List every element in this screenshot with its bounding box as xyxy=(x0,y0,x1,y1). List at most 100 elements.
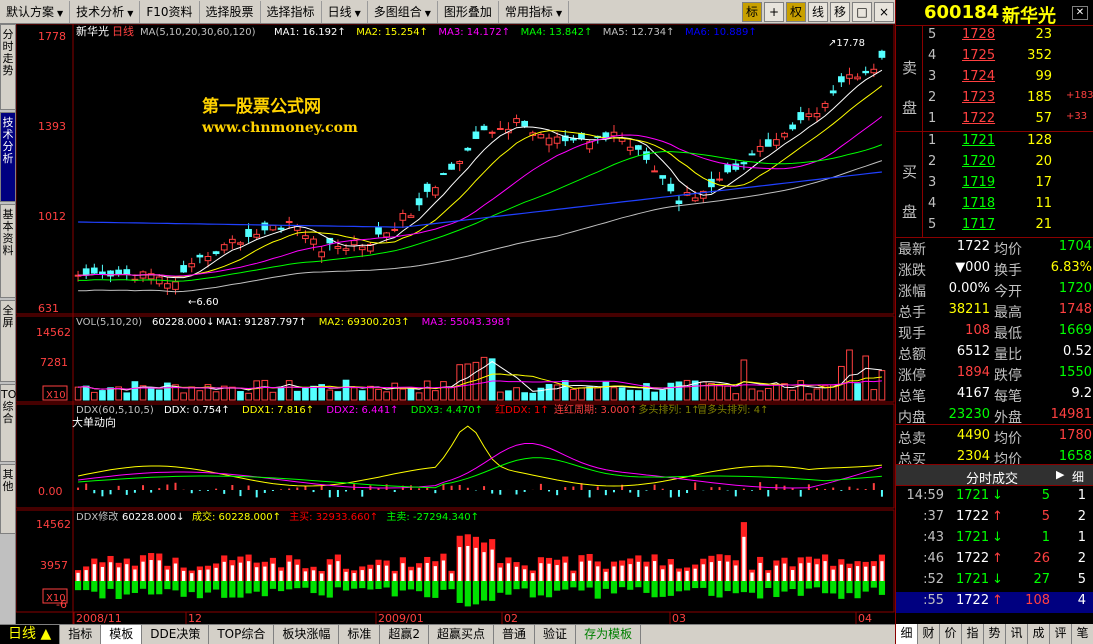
bottom-tab-1[interactable]: 模板 xyxy=(101,625,143,644)
volume-bar xyxy=(448,386,455,401)
sell-bar xyxy=(489,581,496,601)
quote-tab-2[interactable]: 价 xyxy=(940,624,962,644)
tick-row[interactable]: 14:59 1721 ↓ 5 1 xyxy=(896,487,1093,508)
quote-tab-0[interactable]: 细 xyxy=(896,624,918,644)
sell-bar xyxy=(99,581,106,599)
quote-tab-8[interactable]: 笔 xyxy=(1072,624,1093,644)
toolbar-button-label: 图形叠加 xyxy=(443,4,492,19)
quote-tab-5[interactable]: 讯 xyxy=(1006,624,1028,644)
sell-volume: 185 xyxy=(1027,90,1052,105)
candle-body xyxy=(829,90,837,94)
toolbar-icon-0[interactable]: 标 xyxy=(742,1,762,22)
tick-row[interactable]: :52 1721 ↓ 27 5 xyxy=(896,571,1093,592)
stat-label: 跌停 xyxy=(994,368,1022,384)
sell-bar xyxy=(870,581,877,588)
tick-row[interactable]: :43 1721 ↓ 1 1 xyxy=(896,529,1093,550)
left-tab-5[interactable]: 其他 xyxy=(0,464,16,534)
period-status[interactable]: 日线 ▲ xyxy=(0,625,61,644)
stock-terminal-window: 默认方案 ▼ 技术分析 ▼ F10资料 选择股票 选择指标 日线 ▼ 多图组合 ▼ 图形叠加 常用指标 ▼… xyxy=(0,0,1093,644)
bottom-tab-2[interactable]: DDE决策 xyxy=(142,625,210,644)
sell-bar xyxy=(740,581,747,593)
quote-tab-3[interactable]: 指 xyxy=(962,624,984,644)
stat-value: 14981 xyxy=(1050,407,1092,422)
candle-body xyxy=(204,256,212,262)
volume-bar xyxy=(237,391,244,401)
toolbar-icon-4[interactable]: 移 xyxy=(830,1,850,22)
left-tab-3[interactable]: 全屏 xyxy=(0,300,16,382)
bottom-tab-6[interactable]: 超赢2 xyxy=(380,625,430,644)
bottom-tab-0[interactable]: 指标 xyxy=(60,625,102,644)
detail-button[interactable]: 细 xyxy=(1072,468,1084,485)
quote-tab-7[interactable]: 评 xyxy=(1050,624,1072,644)
toolbar-button-2[interactable]: F10资料 xyxy=(140,0,200,23)
toolbar-icon-2[interactable]: 权 xyxy=(786,1,806,22)
buy-inner-bar xyxy=(344,571,348,581)
bottom-tab-5[interactable]: 标准 xyxy=(339,625,381,644)
toolbar-button-5[interactable]: 日线 ▼ xyxy=(322,0,368,23)
bottom-tab-8[interactable]: 普通 xyxy=(494,625,536,644)
ma3-line xyxy=(78,116,883,277)
quote-tab-4[interactable]: 势 xyxy=(984,624,1006,644)
buy-inner-bar xyxy=(482,552,486,581)
left-tab-4[interactable]: TOP综合 xyxy=(0,384,23,462)
close-icon[interactable]: ✕ xyxy=(1072,6,1088,20)
stat-label: 总笔 xyxy=(898,389,926,405)
stat-value: 1748 xyxy=(1058,302,1092,317)
period-label: 日线 xyxy=(8,626,36,642)
toolbar-icon-6[interactable]: × xyxy=(874,1,894,22)
toolbar-icon-5[interactable]: □ xyxy=(852,1,872,22)
ddx-y-label: 0.00 xyxy=(38,485,63,498)
tick-row[interactable]: :55 1722 ↑ 108 4 xyxy=(896,592,1093,613)
buy-inner-bar xyxy=(490,549,494,581)
sell-bar xyxy=(472,581,480,605)
left-tab-0[interactable]: 分时走势 xyxy=(0,24,16,110)
quote-tab-6[interactable]: 成 xyxy=(1028,624,1050,644)
chart-svg[interactable]: 新华光 日线 MA(5,10,20,30,60,120) MA1: 16.192↑ MA… xyxy=(16,24,895,628)
tick-row[interactable]: :46 1722 ↑ 26 2 xyxy=(896,550,1093,571)
bottom-tab-10[interactable]: 存为模板 xyxy=(576,625,642,644)
left-tab-1[interactable]: 技术分析 xyxy=(0,112,16,202)
tick-row[interactable]: :37 1722 ↑ 5 2 xyxy=(896,508,1093,529)
play-icon[interactable]: ▶ xyxy=(1056,468,1064,481)
toolbar-icon-3[interactable]: 线 xyxy=(808,1,828,22)
toolbar-button-8[interactable]: 常用指标 ▼ xyxy=(499,0,570,23)
sell-bar xyxy=(269,581,277,589)
toolbar-button-3[interactable]: 选择股票 xyxy=(200,0,261,23)
left-tab-2[interactable]: 基本资料 xyxy=(0,204,16,298)
sell-level: 3 xyxy=(928,69,937,84)
bottom-tab-4[interactable]: 板块涨幅 xyxy=(274,625,340,644)
toolbar-button-1[interactable]: 技术分析 ▼ xyxy=(70,0,141,23)
buy-inner-bar xyxy=(815,564,819,581)
sell-bar xyxy=(229,581,236,598)
bottom-tab-9[interactable]: 验证 xyxy=(535,625,577,644)
chart-area[interactable]: 新华光 日线 MA(5,10,20,30,60,120) MA1: 16.192↑ MA… xyxy=(16,24,895,628)
buy-inner-bar xyxy=(76,572,80,581)
toolbar-button-0[interactable]: 默认方案 ▼ xyxy=(0,0,71,23)
stat-label: 最新 xyxy=(898,242,926,258)
bottom-tab-3[interactable]: TOP综合 xyxy=(209,625,275,644)
candle-body xyxy=(448,163,455,170)
volume-bar xyxy=(594,387,602,401)
candle-body xyxy=(472,131,480,139)
candle-body xyxy=(196,254,204,258)
stat-row: 最新 1722 均价 1704 xyxy=(896,238,1093,259)
toolbar-icon-1[interactable]: + xyxy=(764,1,784,22)
buy-inner-bar xyxy=(587,560,592,581)
divider xyxy=(896,424,1093,425)
sell-bar xyxy=(692,581,699,589)
candle-body xyxy=(789,124,796,130)
sell-bar xyxy=(261,581,268,597)
vol-unit: X10 xyxy=(46,390,66,401)
toolbar-button-7[interactable]: 图形叠加 xyxy=(438,0,499,23)
candle-body xyxy=(837,76,845,83)
volume-bar xyxy=(578,387,585,401)
quote-tab-1[interactable]: 财 xyxy=(918,624,940,644)
bottom-tab-7[interactable]: 超赢买点 xyxy=(429,625,495,644)
toolbar-button-4[interactable]: 选择指标 xyxy=(261,0,322,23)
toolbar-button-6[interactable]: 多图组合 ▼ xyxy=(368,0,438,23)
sell-level-row: 3 1724 99 xyxy=(896,68,1093,89)
candle-body xyxy=(756,145,764,152)
volume-bar xyxy=(740,359,748,401)
ddx-value-5: 连红周期: 3.000↑ xyxy=(554,403,638,416)
candle-body xyxy=(488,131,496,134)
